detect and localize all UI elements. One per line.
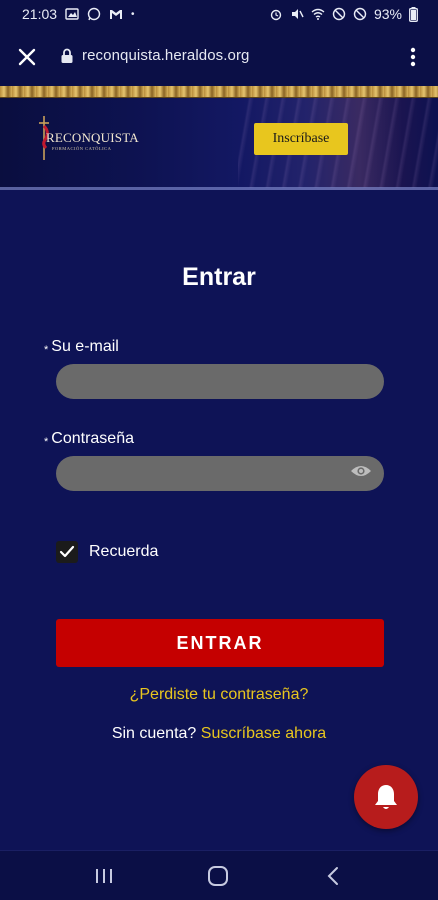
battery-level: 93% xyxy=(373,6,402,22)
site-header: RECONQUISTA FORMACIÓN CATÓLICA Inscríbas… xyxy=(0,86,438,190)
status-dot-icon: • xyxy=(131,8,135,20)
subscribe-button[interactable]: Inscríbase xyxy=(254,123,348,155)
mute-icon xyxy=(291,9,304,19)
logo-subtext: FORMACIÓN CATÓLICA xyxy=(52,146,112,151)
alarm-icon xyxy=(270,9,282,21)
required-marker: * xyxy=(44,344,49,356)
browser-toolbar: reconquista.heraldos.org xyxy=(0,28,438,86)
bell-icon xyxy=(375,785,397,809)
banner-divider xyxy=(0,187,438,190)
remember-label[interactable]: Recuerda xyxy=(89,543,158,561)
eye-icon[interactable] xyxy=(350,463,372,479)
remember-checkbox[interactable] xyxy=(56,541,78,563)
no-signal-icon xyxy=(332,7,346,21)
signup-link[interactable]: Suscríbase ahora xyxy=(201,725,326,742)
no-sim-icon xyxy=(353,7,367,21)
page-title: Entrar xyxy=(182,263,256,291)
whatsapp-icon xyxy=(87,7,101,21)
lock-icon xyxy=(61,48,73,63)
home-icon[interactable] xyxy=(206,865,230,887)
forgot-password-link[interactable]: ¿Perdiste tu contraseña? xyxy=(0,686,438,704)
check-icon xyxy=(59,545,75,558)
image-notification-icon xyxy=(65,8,79,20)
login-button[interactable]: ENTRAR xyxy=(56,619,384,667)
email-label: * Su e-mail xyxy=(44,338,119,356)
password-label: * Contraseña xyxy=(44,430,134,448)
recents-icon[interactable] xyxy=(92,865,116,887)
status-bar: 21:03 • 93% xyxy=(0,0,438,28)
status-time: 21:03 xyxy=(22,6,58,22)
password-field[interactable] xyxy=(56,456,384,491)
no-account-text: Sin cuenta? xyxy=(111,725,197,742)
logo-text[interactable]: RECONQUISTA xyxy=(46,130,139,146)
url-text[interactable]: reconquista.heraldos.org xyxy=(82,47,250,64)
email-field[interactable] xyxy=(56,364,384,399)
no-account-row: Sin cuenta? Suscríbase ahora xyxy=(0,725,438,743)
password-label-text: Contraseña xyxy=(51,430,134,447)
battery-icon xyxy=(409,6,418,22)
required-marker: * xyxy=(44,436,49,448)
gold-border xyxy=(0,86,438,98)
system-nav-bar xyxy=(0,850,438,900)
wifi-icon xyxy=(311,8,325,20)
close-icon[interactable] xyxy=(14,44,40,70)
email-label-text: Su e-mail xyxy=(51,338,119,355)
more-vert-icon[interactable] xyxy=(400,44,426,70)
gmail-icon xyxy=(110,10,123,19)
back-icon[interactable] xyxy=(322,865,346,887)
notification-bell-button[interactable] xyxy=(354,765,418,829)
